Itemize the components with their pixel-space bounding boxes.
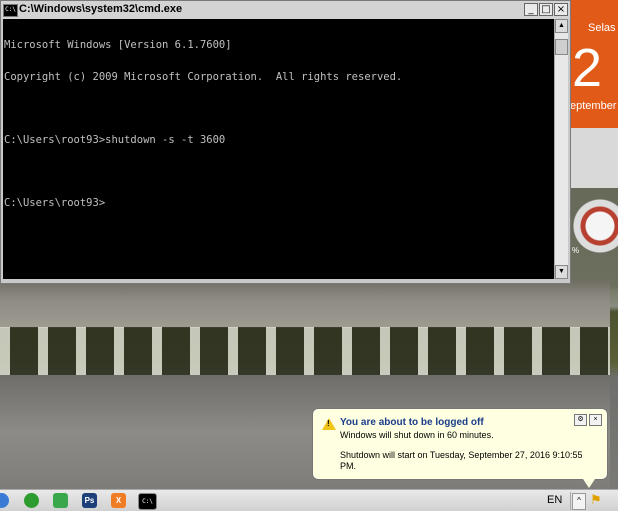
action-center-flag-icon[interactable]: ⚑ [590,492,602,508]
notification-close-button[interactable]: × [589,414,602,426]
calendar-gadget-base [570,128,618,188]
console-prompt[interactable]: C:\Users\root93> [4,197,554,209]
close-button[interactable]: × [554,3,568,16]
green-app-icon[interactable] [53,493,68,508]
notification-subtitle: Windows will shut down in 60 minutes. [340,430,494,440]
tray-separator [570,492,571,510]
xampp-icon[interactable]: X [111,493,126,508]
balloon-tail [583,479,595,488]
cmd-window[interactable]: C:\ C:\Windows\system32\cmd.exe _ □ × Mi… [0,0,571,284]
window-title: C:\Windows\system32\cmd.exe [19,3,183,15]
notification-settings-icon[interactable]: ⚙ [574,414,587,426]
cmd-app-icon[interactable]: C:\ [3,4,18,17]
gauge-percent: % [572,246,580,255]
cpu-meter-gadget[interactable]: % [570,190,618,262]
calendar-month: eptember [570,100,617,112]
scroll-down-button[interactable]: ▼ [555,265,568,279]
cmd-taskbar-icon[interactable]: C:\ [138,493,157,510]
notification-detail: Shutdown will start on Tuesday, Septembe… [340,450,583,471]
wallpaper-wall [0,280,610,328]
notification-title: You are about to be logged off [340,417,484,428]
minimize-button[interactable]: _ [524,3,538,16]
vertical-scrollbar[interactable]: ▲ ▼ [554,19,568,279]
calendar-gadget[interactable]: Selas 2 eptember [570,0,618,128]
scroll-thumb[interactable] [555,39,568,55]
warning-icon-mark: ! [327,419,330,428]
photoshop-icon[interactable]: Ps [82,493,97,508]
console-line: Microsoft Windows [Version 6.1.7600] [4,39,232,51]
chrome-icon[interactable] [24,493,39,508]
console-line: C:\Users\root93>shutdown -s -t 3600 [4,133,226,146]
show-hidden-icons-button[interactable]: ^ [572,493,586,510]
wallpaper-curb [0,327,610,375]
start-icon[interactable] [0,493,9,508]
scroll-up-button[interactable]: ▲ [555,19,568,33]
console-line: Copyright (c) 2009 Microsoft Corporation… [4,70,403,83]
shutdown-notification[interactable]: ! You are about to be logged off Windows… [312,408,608,488]
title-bar[interactable]: C:\ C:\Windows\system32\cmd.exe _ □ × [1,1,570,19]
calendar-day-number: 2 [572,38,603,98]
language-indicator[interactable]: EN [547,494,562,506]
taskbar: Ps X C:\ EN ^ ⚑ [0,489,618,511]
calendar-day-name: Selas [588,22,616,34]
maximize-button[interactable]: □ [539,3,553,16]
notification-controls: ⚙ × [574,414,602,426]
console-output[interactable]: Microsoft Windows [Version 6.1.7600] Cop… [3,19,555,279]
window-controls: _ □ × [524,3,568,16]
